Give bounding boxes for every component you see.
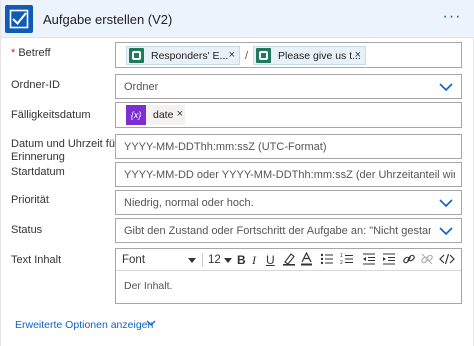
italic-icon[interactable]: I	[252, 252, 256, 268]
faelligkeit-label: Fälligkeitsdatum	[11, 109, 91, 121]
underline-icon[interactable]: U	[266, 252, 275, 268]
erinnerung-label: Datum und Uhrzeit für Erinnerung	[11, 138, 119, 164]
betreff-label: * Betreff	[11, 47, 51, 60]
ordner-label: Ordner-ID	[11, 79, 60, 91]
text-inhalt-label: Text Inhalt	[11, 254, 62, 266]
numbered-list-icon[interactable]: 12	[340, 252, 354, 270]
token-label: date	[153, 109, 174, 121]
font-family-select[interactable]: Font	[122, 252, 145, 268]
font-color-icon[interactable]	[300, 251, 313, 270]
prioritaet-dropdown[interactable]: Niedrig, normal oder hoch.	[115, 190, 462, 215]
status-label: Status	[11, 224, 43, 236]
required-mark: *	[11, 47, 16, 59]
remove-token-button[interactable]: ×	[229, 49, 235, 61]
code-view-icon[interactable]	[439, 252, 455, 270]
expression-token-date[interactable]: {x} date ×	[126, 105, 185, 125]
advanced-options-link[interactable]: Erweiterte Optionen anzeigen	[15, 319, 153, 331]
action-title: Aufgabe erstellen (V2)	[43, 12, 173, 27]
betreff-field[interactable]: Responders' E... × / Please give us t...…	[115, 42, 462, 68]
action-header[interactable]: Aufgabe erstellen (V2) ···	[1, 0, 474, 38]
bulleted-list-icon[interactable]	[320, 252, 334, 270]
font-dropdown-arrow[interactable]	[188, 258, 196, 263]
dynamic-token-responders-email[interactable]: Responders' E... ×	[126, 46, 240, 65]
chevron-down-icon[interactable]	[439, 198, 453, 208]
link-icon[interactable]	[402, 252, 416, 270]
erinnerung-label-line1: Datum und Uhrzeit für	[11, 138, 119, 150]
token-label: Please give us t...	[278, 50, 361, 62]
status-dropdown[interactable]: Gibt den Zustand oder Fortschritt der Au…	[115, 218, 462, 243]
chevron-down-icon[interactable]	[146, 319, 156, 327]
unlink-icon[interactable]	[420, 252, 434, 270]
size-dropdown-arrow[interactable]	[224, 258, 232, 263]
betreff-label-text: Betreff	[18, 47, 51, 59]
rich-text-editor[interactable]: Font 12 B I U 12 Der Inhalt.	[115, 248, 462, 304]
separator-text: /	[245, 50, 249, 62]
status-placeholder: Gibt den Zustand oder Fortschritt der Au…	[124, 225, 431, 237]
editor-placeholder: Der Inhalt.	[124, 280, 173, 292]
forms-icon	[129, 48, 144, 63]
more-icon[interactable]: ···	[441, 8, 463, 26]
svg-text:1: 1	[340, 253, 343, 259]
increase-indent-icon[interactable]	[382, 252, 396, 270]
chevron-down-icon[interactable]	[439, 82, 453, 92]
remove-token-button[interactable]: ×	[355, 49, 361, 61]
ordner-value: Ordner	[124, 81, 159, 93]
prioritaet-placeholder: Niedrig, normal oder hoch.	[124, 197, 254, 209]
erinnerung-placeholder: YYYY-MM-DDThh:mm:ssZ (UTC-Format)	[124, 141, 327, 153]
editor-toolbar: Font 12 B I U 12	[116, 249, 461, 271]
checkbox-task-icon	[5, 5, 33, 33]
erinnerung-input[interactable]: YYYY-MM-DDThh:mm:ssZ (UTC-Format)	[115, 134, 462, 159]
startdatum-input[interactable]: YYYY-MM-DD oder YYYY-MM-DDThh:mm:ssZ (de…	[115, 162, 462, 187]
toolbar-divider	[202, 253, 203, 267]
remove-token-button[interactable]: ×	[177, 108, 183, 120]
startdatum-placeholder: YYYY-MM-DD oder YYYY-MM-DDThh:mm:ssZ (de…	[124, 169, 455, 181]
svg-text:2: 2	[340, 260, 343, 266]
prioritaet-label: Priorität	[11, 194, 49, 206]
erinnerung-label-line2: Erinnerung	[11, 151, 65, 163]
faelligkeit-field[interactable]: {x} date ×	[115, 102, 462, 128]
bold-icon[interactable]: B	[237, 252, 246, 268]
dynamic-token-please-give-us[interactable]: Please give us t... ×	[253, 46, 366, 65]
expression-icon: {x}	[126, 105, 146, 125]
forms-icon	[256, 48, 271, 63]
ordner-dropdown[interactable]: Ordner	[115, 74, 462, 99]
startdatum-label: Startdatum	[11, 166, 65, 178]
token-label: Responders' E...	[151, 50, 229, 62]
action-card: Aufgabe erstellen (V2) ··· * Betreff Res…	[0, 0, 474, 346]
font-size-select[interactable]: 12	[208, 252, 221, 268]
highlight-icon[interactable]	[282, 252, 296, 270]
chevron-down-icon[interactable]	[439, 226, 453, 236]
decrease-indent-icon[interactable]	[362, 252, 376, 270]
